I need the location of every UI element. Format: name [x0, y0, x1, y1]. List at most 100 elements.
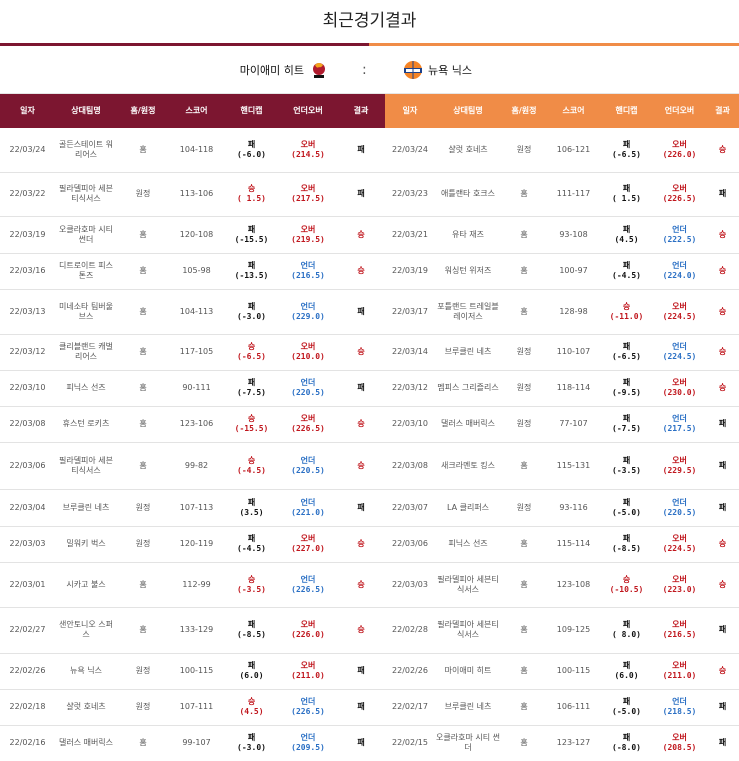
cell-score: 99-82 [169, 442, 224, 490]
left-team[interactable]: 마이애미 히트 [0, 46, 330, 94]
cell-over-under-text: 언더 [300, 697, 316, 706]
cell-home-away: 홈 [501, 562, 547, 608]
cell-result-text: 패 [718, 189, 727, 198]
cell-score: 105-98 [169, 253, 224, 290]
cell-date-text: 22/03/19 [392, 266, 428, 275]
cell-handicap-text: (-8.5) [612, 544, 641, 553]
cell-handicap-text: 승 [247, 574, 256, 584]
right-team[interactable]: 뉴욕 닉스 [402, 46, 602, 94]
cell-home-away: 홈 [117, 216, 169, 254]
cell-over-under-text: (220.5) [291, 465, 325, 475]
cell-date: 22/03/24 [0, 128, 55, 173]
cell-over-under-text: (216.5) [291, 271, 325, 280]
cell-result: 승 [706, 370, 739, 407]
cell-result-text: 승 [718, 666, 727, 675]
cell-over-under-text: 언더 [300, 301, 316, 311]
cell-score-text: 104-118 [179, 144, 214, 154]
cell-handicap-text: 패 [622, 661, 631, 670]
cell-opponent: 클리블랜드 캐벌리어스 [55, 334, 117, 371]
cell-result-text: 승 [357, 419, 365, 428]
cell-over-under: 오버 (226.5) [653, 172, 706, 217]
cell-result: 패 [337, 370, 385, 407]
cell-result-text: 승 [357, 229, 365, 239]
cell-over-under-text: (226.5) [291, 707, 325, 716]
cell-over-under-text: (216.5) [662, 630, 697, 639]
cell-score: 133-129 [169, 607, 224, 654]
table-row: 22/03/21 유타 재즈 홈 93-108 패 (4.5) 언더 (222.5) 승 [385, 216, 739, 254]
cell-result: 승 [337, 526, 385, 563]
cell-opponent: 유타 재즈 [435, 216, 501, 254]
cell-result-text: 승 [357, 579, 365, 589]
cell-handicap-text: (-6.5) [612, 352, 641, 361]
cell-handicap-text: 패 [247, 661, 256, 670]
cell-score-text: 93-116 [559, 502, 588, 512]
cell-home-away-text: 홈 [520, 702, 528, 711]
cell-score: 115-131 [547, 442, 600, 490]
cell-opponent-text: 디트로이트 피스톤즈 [58, 261, 114, 280]
cell-date: 22/03/14 [385, 334, 435, 371]
cell-home-away: 홈 [117, 442, 169, 490]
col-header: 결과 [337, 94, 385, 128]
cell-score: 99-107 [169, 725, 224, 761]
cell-date: 22/03/21 [385, 216, 435, 254]
cell-result: 패 [706, 172, 739, 217]
cell-date-text: 22/03/16 [9, 266, 46, 275]
cell-home-away: 원정 [501, 370, 547, 407]
cell-opponent: 포틀랜드 트레일블레이저스 [435, 289, 501, 335]
cell-over-under: 오버 (224.5) [653, 526, 706, 563]
cell-opponent: 필라델피아 세븐티식서스 [435, 562, 501, 608]
cell-home-away-text: 홈 [520, 738, 528, 747]
cell-home-away: 원정 [117, 689, 169, 726]
cell-handicap-text: (-7.5) [612, 424, 641, 433]
cell-home-away-text: 원정 [135, 666, 151, 675]
cell-over-under: 오버 (217.5) [279, 172, 337, 217]
col-header: 언더오버 [653, 94, 706, 128]
cell-over-under: 언더 (216.5) [279, 253, 337, 290]
cell-handicap-text: 승 [247, 184, 256, 193]
cell-over-under-text: 오버 [672, 661, 687, 670]
cell-result-text: 패 [718, 419, 727, 428]
cell-score-text: 133-129 [179, 625, 214, 634]
cell-date: 22/03/12 [0, 334, 55, 371]
cell-handicap: 승 (-15.5) [224, 406, 279, 443]
cell-handicap-text: 패 [247, 497, 256, 507]
table-row: 22/03/06 필라델피아 세븐티식서스 홈 99-82 승 (-4.5) 언더 (220.… [0, 442, 385, 490]
cell-score: 104-118 [169, 128, 224, 173]
team-matchup-row: 마이애미 히트 : 뉴욕 닉스 [0, 46, 739, 94]
cell-home-away-text: 홈 [139, 625, 147, 634]
col-header: 상대팀명 [55, 94, 117, 128]
cell-date-text: 22/03/04 [9, 502, 46, 512]
cell-score: 109-125 [547, 607, 600, 654]
cell-over-under: 언더 (226.5) [279, 689, 337, 726]
cell-handicap-text: (-6.0) [237, 149, 266, 159]
cell-over-under: 오버 (226.5) [279, 406, 337, 443]
cell-result-text: 패 [357, 702, 365, 711]
cell-over-under-text: (211.0) [662, 671, 697, 680]
cell-opponent-text: 휴스턴 로키츠 [62, 419, 110, 428]
cell-score-text: 93-108 [559, 229, 588, 239]
cell-opponent: 골든스테이트 워리어스 [55, 128, 117, 173]
cell-home-away: 홈 [501, 216, 547, 254]
cell-result-text: 패 [718, 502, 727, 512]
cell-result: 패 [337, 689, 385, 726]
cell-handicap-text: 패 [622, 342, 631, 351]
cell-home-away-text: 원정 [135, 539, 151, 548]
cell-opponent: 필라델피아 세븐티식서스 [55, 172, 117, 217]
cell-result-text: 패 [718, 625, 727, 634]
cell-home-away: 원정 [117, 653, 169, 690]
cell-result: 승 [706, 562, 739, 608]
cell-handicap: 패 (-5.0) [600, 489, 653, 527]
cell-date-text: 22/02/27 [9, 625, 46, 634]
cell-opponent: 오클라호마 시티 썬더 [435, 725, 501, 761]
cell-score-text: 110-107 [556, 347, 591, 356]
cell-score: 128-98 [547, 289, 600, 335]
cell-over-under-text: (224.5) [662, 544, 697, 553]
cell-home-away: 홈 [117, 725, 169, 761]
cell-home-away: 홈 [501, 653, 547, 690]
col-header: 스코어 [169, 94, 224, 128]
cell-home-away: 홈 [117, 406, 169, 443]
cell-home-away-text: 홈 [139, 419, 147, 428]
knicks-logo-icon [402, 59, 424, 81]
cell-home-away-text: 홈 [520, 266, 528, 275]
results-tables: 일자 상대팀명 홈/원정 스코어 핸디캡 언더오버 결과 22/03/24 골든스… [0, 94, 739, 761]
